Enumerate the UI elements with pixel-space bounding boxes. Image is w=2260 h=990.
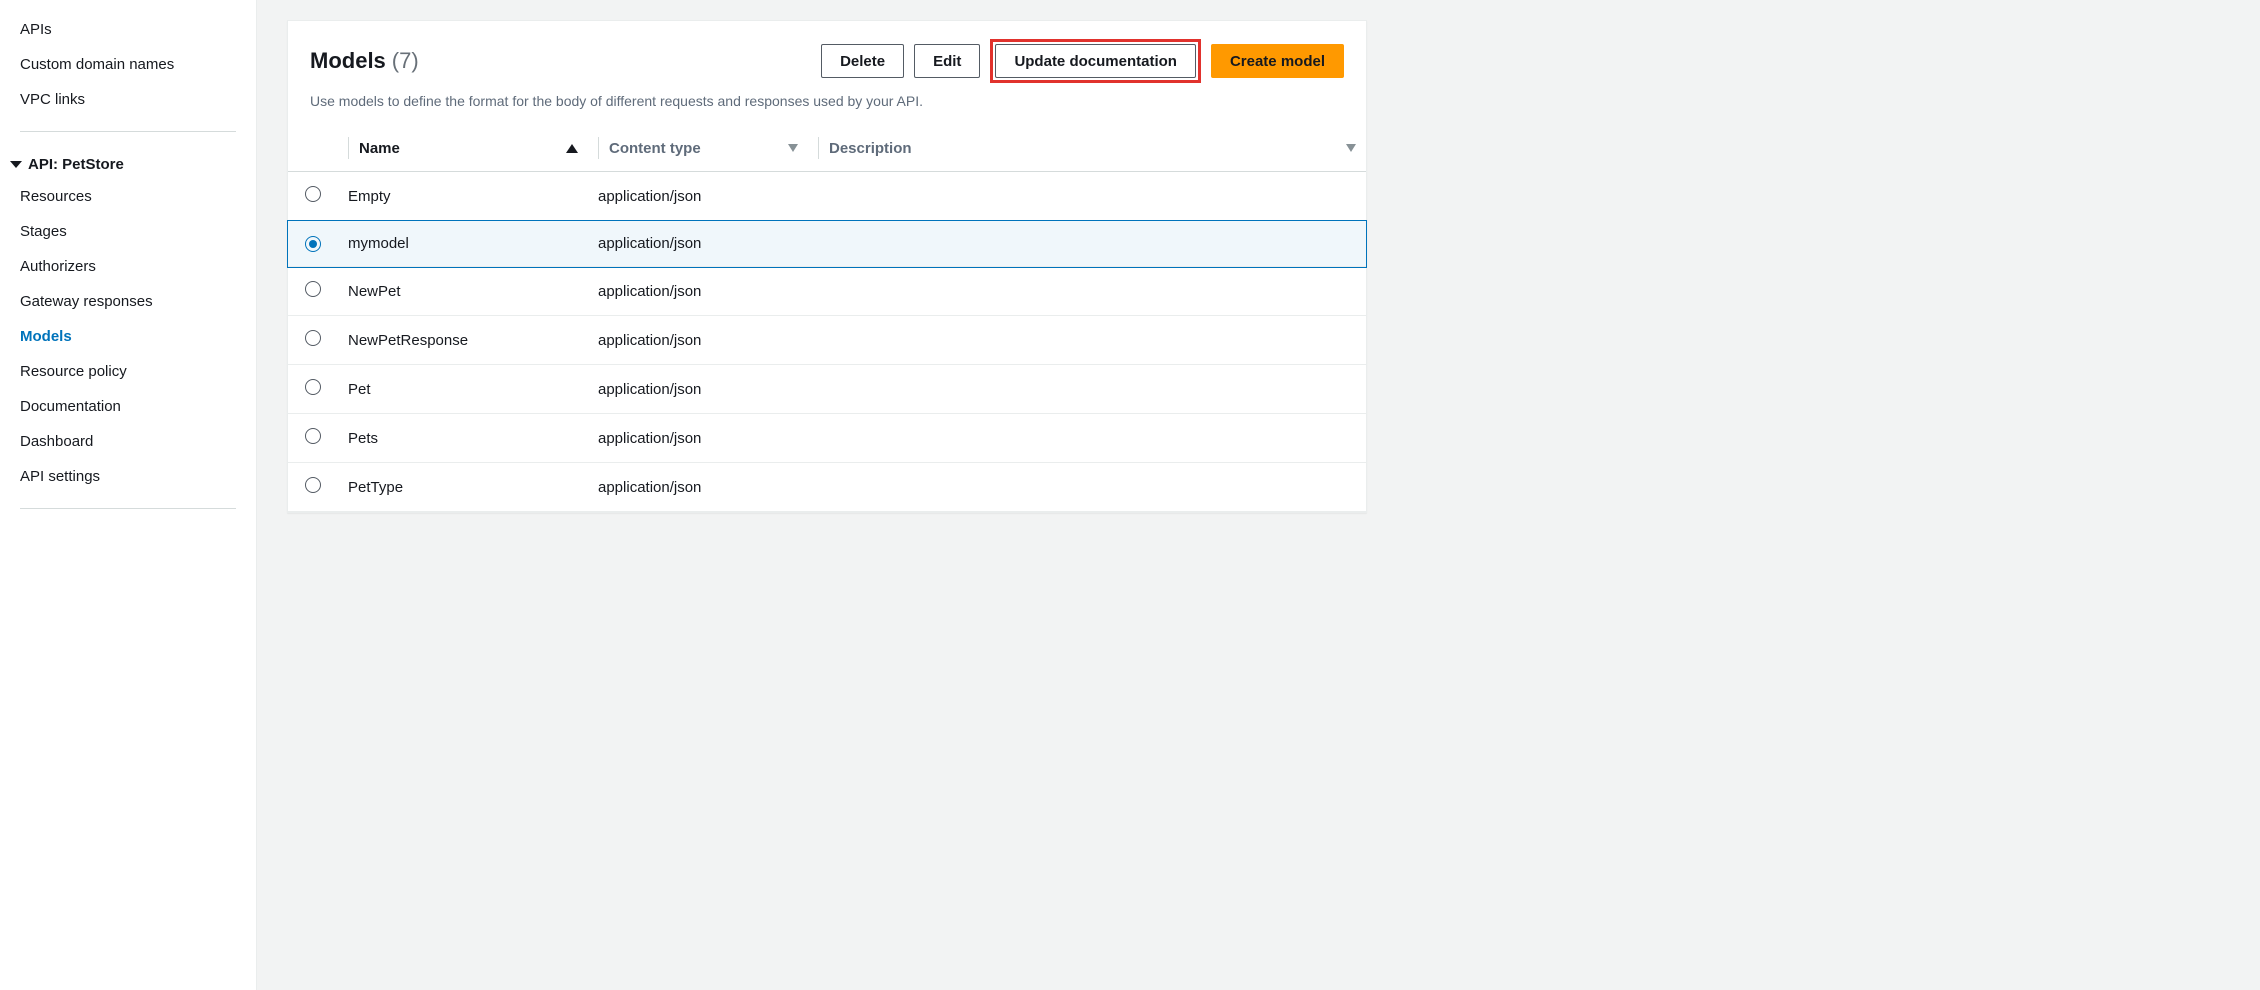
highlight-annotation: Update documentation (990, 39, 1201, 83)
row-name: PetType (338, 463, 588, 512)
column-description-label: Description (829, 140, 912, 157)
sidebar-item[interactable]: Gateway responses (20, 284, 236, 319)
sidebar-divider (20, 508, 236, 509)
page-title: Models (7) (310, 48, 419, 74)
row-radio-cell[interactable] (288, 316, 338, 365)
row-name: Pets (338, 414, 588, 463)
table-row[interactable]: mymodelapplication/json (288, 221, 1366, 267)
models-panel: Models (7) Delete Edit Update documentat… (287, 20, 1367, 513)
sidebar-item[interactable]: Authorizers (20, 249, 236, 284)
column-content-type-label: Content type (609, 140, 701, 157)
sidebar-item[interactable]: VPC links (20, 82, 236, 117)
sidebar-item[interactable]: Dashboard (20, 424, 236, 459)
row-name: NewPetResponse (338, 316, 588, 365)
table-row[interactable]: Petapplication/json (288, 365, 1366, 414)
sidebar-divider (20, 131, 236, 132)
row-description (808, 414, 1366, 463)
table-row[interactable]: PetTypeapplication/json (288, 463, 1366, 512)
row-description (808, 221, 1366, 267)
title-text: Models (310, 48, 386, 74)
row-name: NewPet (338, 267, 588, 316)
radio-icon[interactable] (305, 428, 321, 444)
row-radio-cell[interactable] (288, 172, 338, 221)
row-content-type: application/json (588, 414, 808, 463)
sort-icon (788, 144, 798, 152)
row-radio-cell[interactable] (288, 414, 338, 463)
sort-asc-icon (566, 144, 578, 153)
sidebar-item[interactable]: Resource policy (20, 354, 236, 389)
column-content-type[interactable]: Content type (588, 125, 808, 172)
row-content-type: application/json (588, 221, 808, 267)
radio-icon[interactable] (305, 236, 321, 252)
column-name-label: Name (359, 140, 400, 157)
row-radio-cell[interactable] (288, 365, 338, 414)
row-description (808, 463, 1366, 512)
row-content-type: application/json (588, 172, 808, 221)
table-row[interactable]: NewPetapplication/json (288, 267, 1366, 316)
radio-icon[interactable] (305, 379, 321, 395)
radio-icon[interactable] (305, 281, 321, 297)
column-select (288, 125, 338, 172)
sidebar-item[interactable]: Models (20, 319, 236, 354)
row-content-type: application/json (588, 463, 808, 512)
action-buttons: Delete Edit Update documentation Create … (821, 39, 1344, 83)
title-count: (7) (392, 48, 419, 74)
row-description (808, 365, 1366, 414)
models-table: Name Content type Desc (288, 125, 1366, 512)
row-description (808, 316, 1366, 365)
column-name[interactable]: Name (338, 125, 588, 172)
sidebar-heading-label: API: PetStore (28, 156, 124, 173)
panel-description: Use models to define the format for the … (310, 93, 1344, 109)
row-name: mymodel (338, 221, 588, 267)
table-row[interactable]: Emptyapplication/json (288, 172, 1366, 221)
row-radio-cell[interactable] (288, 463, 338, 512)
row-name: Empty (338, 172, 588, 221)
sidebar-item[interactable]: Resources (20, 179, 236, 214)
row-description (808, 172, 1366, 221)
sidebar-item[interactable]: Stages (20, 214, 236, 249)
sort-icon (1346, 144, 1356, 152)
edit-button[interactable]: Edit (914, 44, 980, 78)
row-name: Pet (338, 365, 588, 414)
sidebar-item[interactable]: APIs (20, 12, 236, 47)
main-content: Models (7) Delete Edit Update documentat… (257, 0, 2260, 990)
chevron-down-icon (10, 161, 22, 168)
sidebar-item[interactable]: Custom domain names (20, 47, 236, 82)
radio-icon[interactable] (305, 477, 321, 493)
update-documentation-button[interactable]: Update documentation (995, 44, 1196, 78)
column-description[interactable]: Description (808, 125, 1366, 172)
row-radio-cell[interactable] (288, 267, 338, 316)
row-description (808, 267, 1366, 316)
row-radio-cell[interactable] (288, 221, 338, 267)
table-row[interactable]: Petsapplication/json (288, 414, 1366, 463)
sidebar: APIsCustom domain namesVPC links API: Pe… (0, 0, 257, 990)
row-content-type: application/json (588, 267, 808, 316)
sidebar-item[interactable]: Documentation (20, 389, 236, 424)
radio-icon[interactable] (305, 186, 321, 202)
row-content-type: application/json (588, 365, 808, 414)
create-model-button[interactable]: Create model (1211, 44, 1344, 78)
delete-button[interactable]: Delete (821, 44, 904, 78)
sidebar-item[interactable]: API settings (20, 459, 236, 494)
sidebar-api-heading[interactable]: API: PetStore (0, 146, 256, 179)
radio-icon[interactable] (305, 330, 321, 346)
table-row[interactable]: NewPetResponseapplication/json (288, 316, 1366, 365)
row-content-type: application/json (588, 316, 808, 365)
